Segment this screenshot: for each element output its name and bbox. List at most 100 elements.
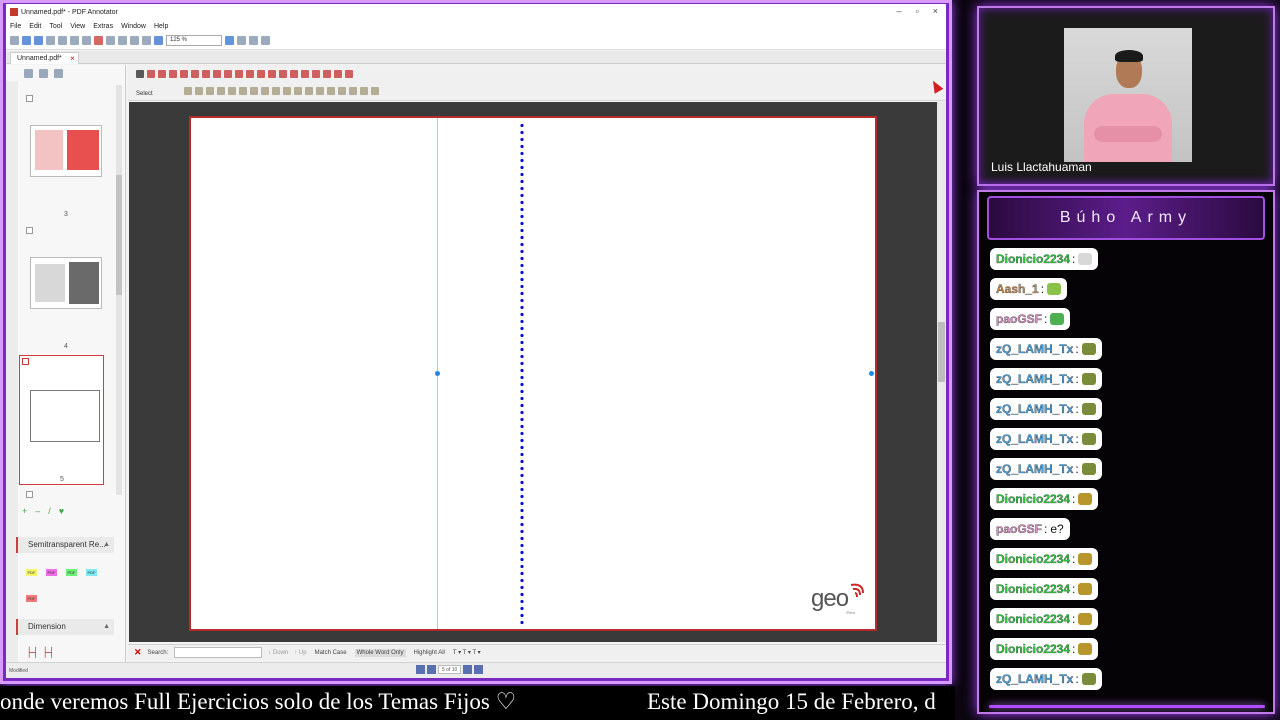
text-format-icon[interactable]: T ▾ T ▾ T ▾ — [453, 649, 481, 656]
highlighter-tool-icon[interactable] — [202, 70, 210, 78]
copy-style-icon[interactable] — [349, 87, 357, 95]
next-page-icon[interactable] — [463, 665, 473, 674]
distribute-icon[interactable] — [261, 87, 269, 95]
paste-style-icon[interactable] — [360, 87, 368, 95]
remove-icon[interactable]: – — [35, 506, 40, 516]
paste-icon[interactable] — [82, 36, 91, 45]
align-icon[interactable] — [184, 87, 192, 95]
pdf-swatch[interactable]: PDF — [66, 569, 77, 576]
page-thumbnail[interactable] — [30, 125, 102, 177]
style-icon[interactable] — [327, 87, 335, 95]
search-input[interactable] — [174, 647, 263, 658]
document-canvas[interactable]: geo Perú — [129, 102, 937, 642]
fit-page-icon[interactable] — [237, 36, 246, 45]
size-icon[interactable] — [305, 87, 313, 95]
menu-tool[interactable]: Tool — [49, 23, 62, 30]
image-tool-icon[interactable] — [312, 70, 320, 78]
distribute-icon[interactable] — [250, 87, 258, 95]
align-icon[interactable] — [195, 87, 203, 95]
new-icon[interactable] — [10, 36, 19, 45]
lock-icon[interactable] — [206, 87, 214, 95]
favorite-icon[interactable]: ♥ — [59, 506, 64, 516]
style-icon[interactable] — [316, 87, 324, 95]
open-icon[interactable] — [22, 36, 31, 45]
close-icon[interactable]: × — [933, 6, 938, 16]
pages-icon[interactable] — [24, 68, 33, 78]
order-icon[interactable] — [239, 87, 247, 95]
delete-icon[interactable] — [94, 36, 103, 45]
callout-tool-icon[interactable] — [323, 70, 331, 78]
line-handle[interactable] — [869, 371, 874, 376]
close-search-icon[interactable]: ✕ — [134, 647, 142, 658]
hand-tool-icon[interactable] — [158, 70, 166, 78]
pdf-swatch[interactable]: PDF — [26, 595, 37, 602]
stamp-tool-icon[interactable] — [279, 70, 287, 78]
close-tab-icon[interactable]: × — [70, 53, 75, 65]
document-scrollbar[interactable] — [937, 102, 946, 642]
sidebar-scrollbar[interactable] — [116, 85, 122, 495]
find-icon[interactable] — [130, 36, 139, 45]
order-icon[interactable] — [228, 87, 236, 95]
minimize-icon[interactable]: – — [897, 6, 902, 16]
first-page-icon[interactable] — [416, 665, 425, 674]
dimension-tool-icon[interactable]: ├┤ — [26, 647, 39, 657]
pdf-swatch[interactable]: PDF — [86, 569, 97, 576]
fit-width-icon[interactable] — [249, 36, 258, 45]
zoom-out-icon[interactable] — [154, 36, 163, 45]
pdf-swatch[interactable]: PDF — [26, 569, 37, 576]
menu-extras[interactable]: Extras — [93, 23, 113, 30]
rectangle-tool-icon[interactable] — [246, 70, 254, 78]
copy-icon[interactable] — [70, 36, 79, 45]
rotate-icon[interactable] — [272, 87, 280, 95]
chevron-up-icon[interactable]: ▲ — [103, 619, 110, 635]
maximize-icon[interactable]: ▫ — [916, 6, 919, 16]
page-checkbox[interactable] — [26, 227, 33, 234]
group-icon[interactable] — [217, 87, 225, 95]
style-icon[interactable] — [338, 87, 346, 95]
text-tool-icon[interactable] — [147, 70, 155, 78]
section-dimension[interactable]: Dimension ▲ — [16, 619, 114, 635]
search-down-button[interactable]: ↓ Down — [268, 650, 288, 656]
search-up-button[interactable]: ↑ Up — [294, 650, 306, 656]
line-handle[interactable] — [435, 371, 440, 376]
selected-page-thumbnail[interactable]: 5 — [19, 355, 104, 485]
view-icon[interactable] — [142, 36, 151, 45]
fullscreen-icon[interactable] — [261, 36, 270, 45]
last-page-icon[interactable] — [474, 665, 484, 674]
page-checkbox[interactable] — [26, 491, 33, 498]
zoom-in-icon[interactable] — [225, 36, 234, 45]
polygon-tool-icon[interactable] — [268, 70, 276, 78]
zoom-field[interactable]: 125 % — [166, 35, 222, 46]
page-indicator[interactable]: 5 of 10 — [438, 665, 462, 674]
page-checkbox[interactable] — [22, 358, 29, 365]
heart-tool-icon[interactable] — [345, 70, 353, 78]
arrow-tool-icon[interactable] — [235, 70, 243, 78]
menu-view[interactable]: View — [70, 23, 85, 30]
dimension-tool-icon[interactable]: ├┤ — [42, 647, 55, 657]
pen-tool-icon[interactable] — [180, 70, 188, 78]
redo-icon[interactable] — [118, 36, 127, 45]
eraser-tool-icon[interactable] — [213, 70, 221, 78]
select-tool-icon[interactable] — [136, 70, 144, 78]
pdf-page[interactable]: geo Perú — [189, 116, 877, 631]
ellipse-tool-icon[interactable] — [257, 70, 265, 78]
pen-icon[interactable]: / — [48, 506, 51, 516]
sum-tool-icon[interactable] — [334, 70, 342, 78]
menu-help[interactable]: Help — [154, 23, 168, 30]
highlight-all-toggle[interactable]: Highlight All — [412, 649, 447, 657]
note-tool-icon[interactable] — [301, 70, 309, 78]
menu-edit[interactable]: Edit — [29, 23, 41, 30]
menu-window[interactable]: Window — [121, 23, 146, 30]
chevron-up-icon[interactable]: ▲ — [103, 537, 110, 553]
section-semitransparent[interactable]: Semitransparent Re... ▲ — [16, 537, 114, 553]
menu-file[interactable]: File — [10, 23, 21, 30]
flip-icon[interactable] — [283, 87, 291, 95]
page-checkbox[interactable] — [26, 95, 33, 102]
document-tab[interactable]: Unnamed.pdf* × — [10, 52, 79, 64]
undo-icon[interactable] — [106, 36, 115, 45]
tools-icon[interactable] — [54, 68, 63, 78]
marker-tool-icon[interactable] — [191, 70, 199, 78]
pdf-swatch[interactable]: PDF — [46, 569, 57, 576]
size-icon[interactable] — [294, 87, 302, 95]
print-icon[interactable] — [46, 36, 55, 45]
